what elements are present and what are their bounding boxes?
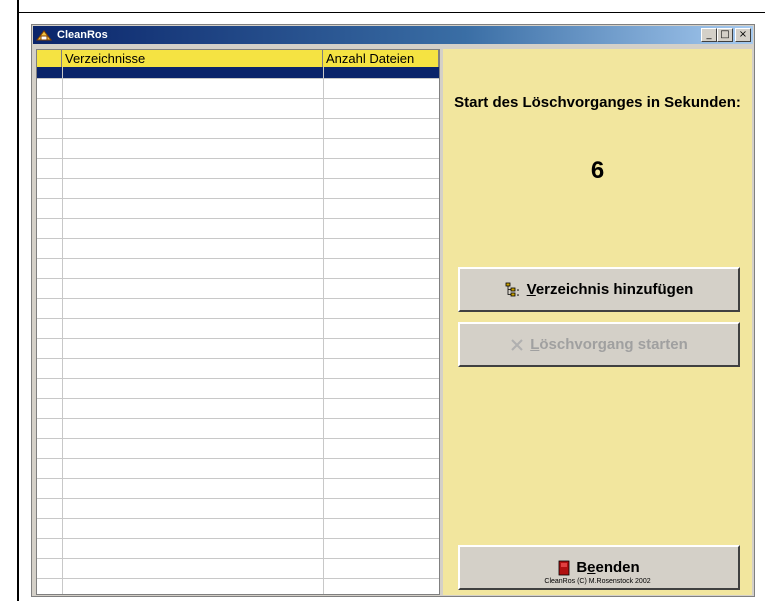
start-delete-button[interactable]: Löschvorgang starten bbox=[458, 322, 740, 367]
start-delete-label: öschvorgang starten bbox=[539, 336, 688, 353]
delete-x-icon bbox=[511, 339, 523, 351]
grid-row-line bbox=[37, 158, 439, 159]
close-button[interactable]: × bbox=[735, 28, 751, 42]
grid-row-line bbox=[37, 118, 439, 119]
add-directory-mnemonic: V bbox=[526, 281, 536, 298]
copyright-text: CleanRos (C) M.Rosenstock 2002 bbox=[544, 578, 651, 585]
control-panel: Start des Löschvorganges in Sekunden: 6 … bbox=[443, 49, 752, 595]
exit-label: enden bbox=[595, 559, 640, 576]
app-icon bbox=[36, 30, 52, 41]
grid-row-line bbox=[37, 378, 439, 379]
door-icon bbox=[558, 560, 570, 576]
grid-col-divider bbox=[62, 67, 63, 594]
grid-row-line bbox=[37, 578, 439, 579]
grid-col-divider bbox=[323, 67, 324, 594]
countdown-label: Start des Löschvorganges in Sekunden: bbox=[454, 94, 741, 111]
exit-label-pre: B bbox=[576, 559, 588, 576]
selected-row[interactable] bbox=[37, 67, 439, 78]
grid-row-line bbox=[37, 318, 439, 319]
grid-row-line bbox=[37, 478, 439, 479]
maximize-button[interactable]: □ bbox=[717, 28, 733, 42]
grid-row-line bbox=[37, 418, 439, 419]
add-directory-label: erzeichnis hinzufügen bbox=[535, 281, 694, 298]
maximize-icon: □ bbox=[720, 29, 730, 40]
grid-row-line bbox=[37, 98, 439, 99]
frame-top bbox=[17, 12, 765, 13]
grid-header: Verzeichnisse Anzahl Dateien bbox=[37, 50, 439, 68]
grid-header-indicator bbox=[37, 50, 62, 67]
grid-row-line bbox=[37, 78, 439, 79]
start-delete-mnemonic: L bbox=[530, 336, 540, 353]
grid-row-line bbox=[37, 298, 439, 299]
frame-left bbox=[17, 0, 19, 601]
minimize-icon: _ bbox=[706, 29, 712, 40]
exit-mnemonic: e bbox=[587, 559, 596, 576]
app-window: CleanRos _ □ × Verzeichnisse Anzahl Date… bbox=[31, 24, 755, 597]
directory-grid[interactable]: Verzeichnisse Anzahl Dateien bbox=[36, 49, 440, 595]
grid-row-line bbox=[37, 258, 439, 259]
grid-row-line bbox=[37, 198, 439, 199]
grid-row-line bbox=[37, 458, 439, 459]
grid-row-line bbox=[37, 558, 439, 559]
grid-row-line bbox=[37, 218, 439, 219]
grid-row-line bbox=[37, 438, 439, 439]
grid-row-line bbox=[37, 178, 439, 179]
grid-row-line bbox=[37, 538, 439, 539]
window-title: CleanRos bbox=[57, 29, 108, 41]
folder-tree-icon bbox=[505, 282, 519, 297]
countdown-value: 6 bbox=[590, 157, 605, 184]
close-icon: × bbox=[738, 29, 748, 40]
grid-row-line bbox=[37, 278, 439, 279]
grid-row-line bbox=[37, 498, 439, 499]
minimize-button[interactable]: _ bbox=[701, 28, 717, 42]
grid-row-line bbox=[37, 238, 439, 239]
grid-row-line bbox=[37, 358, 439, 359]
column-header-directories[interactable]: Verzeichnisse bbox=[62, 50, 323, 67]
grid-row-line bbox=[37, 518, 439, 519]
grid-row-line bbox=[37, 138, 439, 139]
column-header-file-count[interactable]: Anzahl Dateien bbox=[323, 50, 439, 67]
title-bar[interactable]: CleanRos _ □ × bbox=[33, 26, 753, 44]
grid-row-line bbox=[37, 338, 439, 339]
grid-row-line bbox=[37, 398, 439, 399]
add-directory-button[interactable]: Verzeichnis hinzufügen bbox=[458, 267, 740, 312]
